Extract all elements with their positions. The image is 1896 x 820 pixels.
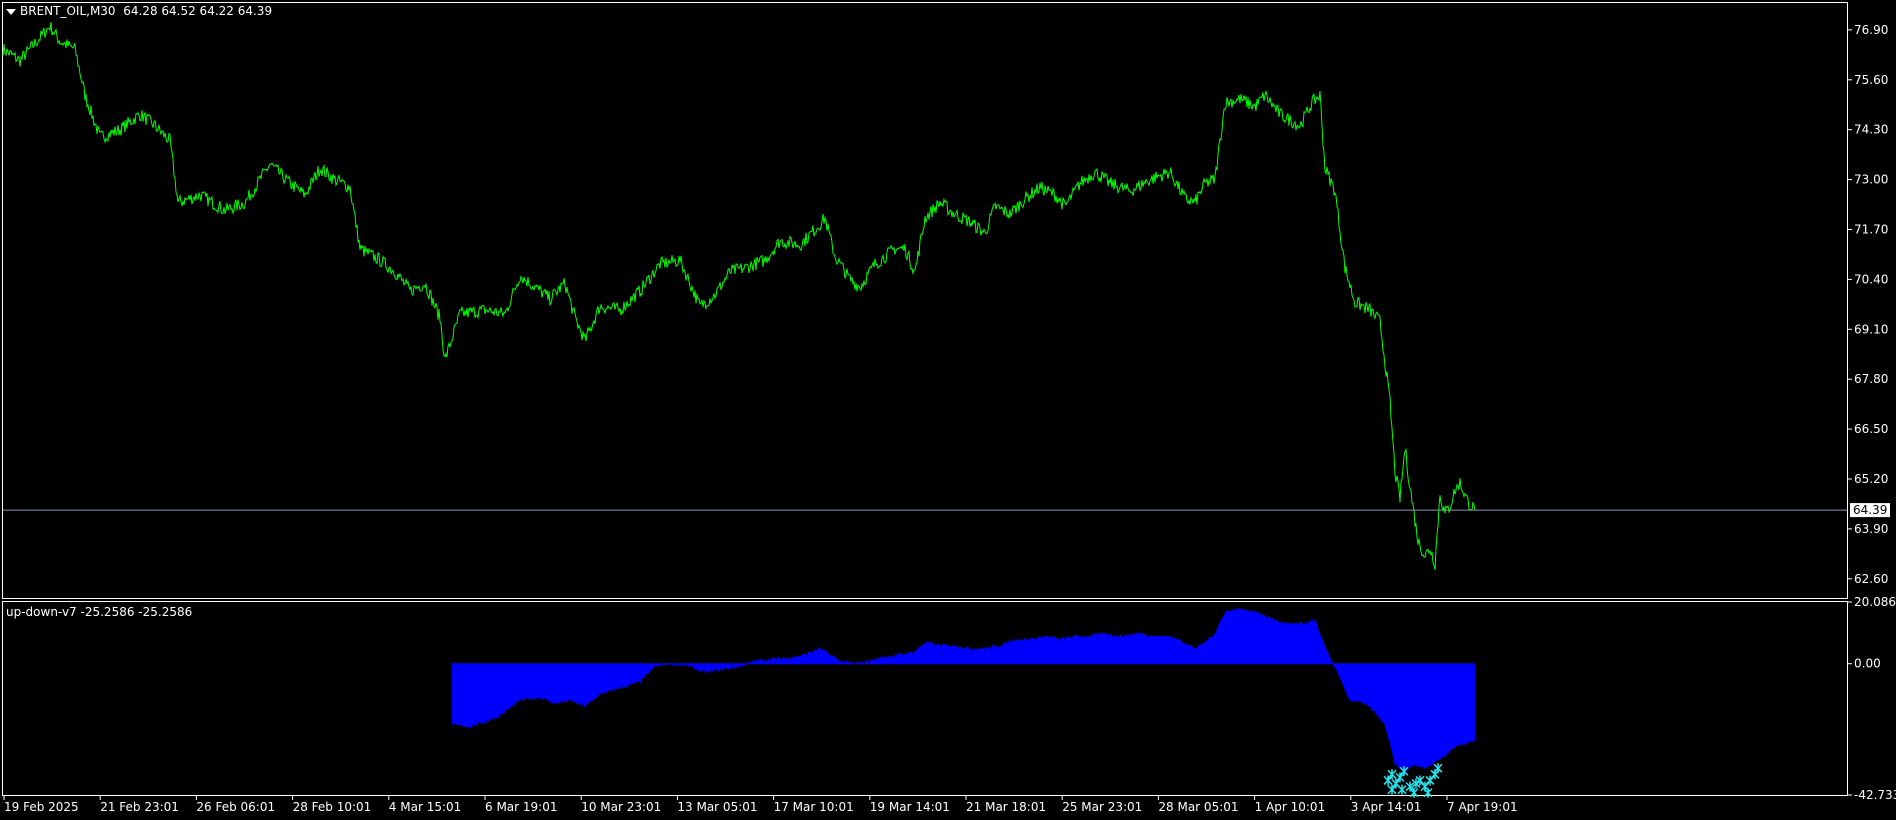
- time-tick-label: 19 Feb 2025: [4, 800, 79, 814]
- indicator-tick-label: 0.00: [1854, 657, 1881, 671]
- price-tick-label: 67.80: [1854, 372, 1888, 386]
- time-tick-label: 21 Feb 23:01: [100, 800, 179, 814]
- time-tick-label: 17 Mar 10:01: [774, 800, 854, 814]
- highlight-mark: [1423, 787, 1433, 798]
- price-tick-label: 70.40: [1854, 272, 1888, 286]
- indicator-area: [452, 607, 1475, 772]
- indicator-name: up-down-v7: [6, 605, 77, 619]
- time-tick-label: 10 Mar 23:01: [581, 800, 661, 814]
- highlight-mark: [1383, 775, 1393, 786]
- highlight-mark: [1387, 784, 1397, 795]
- price-tick-label: 69.10: [1854, 322, 1888, 336]
- time-tick-label: 25 Mar 23:01: [1062, 800, 1142, 814]
- indicator-highlight-marks: [1383, 763, 1443, 798]
- highlight-mark: [1409, 787, 1419, 798]
- indicator-tick-label: 20.0863: [1854, 595, 1896, 609]
- price-tick-label: 76.90: [1854, 23, 1888, 37]
- trading-chart[interactable]: 76.90 75.60 74.30 73.00 71.70 70.40 69.10 67.80…: [0, 0, 1896, 820]
- time-tick-label: 28 Mar 05:01: [1158, 800, 1238, 814]
- current-price-label: 64.39: [1853, 503, 1887, 517]
- indicator-values: -25.2586 -25.2586: [80, 605, 193, 619]
- indicator-pane-frame[interactable]: [2, 601, 1848, 796]
- indicator-tick-label: -42.7337: [1854, 788, 1896, 802]
- main-pane-header: BRENT_OIL,M30 64.28 64.52 64.22 64.39: [6, 4, 272, 18]
- price-axis: 76.90 75.60 74.30 73.00 71.70 70.40 69.10 67.80…: [1848, 23, 1888, 586]
- highlight-mark: [1399, 766, 1409, 777]
- price-tick-label: 73.00: [1854, 173, 1888, 187]
- main-pane-frame[interactable]: [2, 2, 1848, 599]
- price-tick-label: 75.60: [1854, 73, 1888, 87]
- price-tick-label: 65.20: [1854, 472, 1888, 486]
- price-tick-label: 66.50: [1854, 422, 1888, 436]
- dropdown-triangle-icon[interactable]: [6, 8, 16, 15]
- highlight-mark: [1433, 763, 1443, 774]
- indicator-axis: 20.0863 0.00 -42.7337: [1848, 595, 1896, 802]
- symbol-label: BRENT_OIL,M30: [20, 4, 116, 18]
- price-tick-label: 71.70: [1854, 222, 1888, 236]
- time-tick-label: 21 Mar 18:01: [966, 800, 1046, 814]
- time-tick-label: 26 Feb 06:01: [196, 800, 275, 814]
- highlight-mark: [1387, 769, 1397, 780]
- indicator-pane-header: up-down-v7 -25.2586 -25.2586: [6, 605, 192, 619]
- time-tick-label: 3 Apr 14:01: [1351, 800, 1422, 814]
- indicator-histogram: [452, 607, 1475, 772]
- time-axis: 19 Feb 2025 21 Feb 23:01 26 Feb 06:01 28 Fe…: [3, 796, 1518, 814]
- time-tick-label: 6 Mar 19:01: [485, 800, 558, 814]
- time-tick-label: 19 Mar 14:01: [870, 800, 950, 814]
- time-tick-label: 13 Mar 05:01: [677, 800, 757, 814]
- highlight-mark: [1395, 772, 1405, 783]
- time-tick-label: 1 Apr 10:01: [1255, 800, 1326, 814]
- ohlc-values: 64.28 64.52 64.22 64.39: [123, 4, 273, 18]
- price-tick-label: 74.30: [1854, 123, 1888, 137]
- current-price-tag: 64.39: [1850, 503, 1890, 517]
- time-tick-label: 4 Mar 15:01: [389, 800, 462, 814]
- time-tick-label: 28 Feb 10:01: [293, 800, 372, 814]
- highlight-mark: [1397, 784, 1407, 795]
- price-line: [2, 22, 1476, 570]
- price-tick-label: 62.60: [1854, 572, 1888, 586]
- time-tick-label: 7 Apr 19:01: [1447, 800, 1518, 814]
- price-tick-label: 63.90: [1854, 522, 1888, 536]
